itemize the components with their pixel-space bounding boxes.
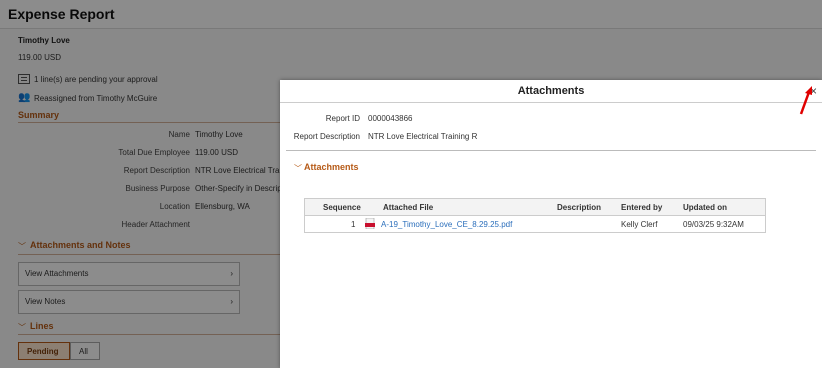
attachments-heading[interactable]: Attachments (304, 162, 359, 172)
pdf-file-icon (365, 217, 376, 230)
sequence-cell: 1 (351, 220, 356, 229)
attachments-table: Sequence Attached File Description Enter… (304, 198, 766, 233)
report-description-label: Report Description (293, 132, 360, 141)
chevron-down-icon[interactable]: ﹀ (294, 163, 302, 174)
modal-header: Attachments × (280, 80, 822, 103)
modal-divider (286, 150, 816, 151)
entered-by-cell: Kelly Clerf (621, 220, 658, 229)
column-header: Entered by (621, 203, 663, 212)
modal-title: Attachments (517, 85, 585, 97)
column-header: Sequence (323, 203, 361, 212)
table-row: 1 A-19_Timothy_Love_CE_8.29.25.pdf Kelly… (305, 216, 765, 232)
table-header: Sequence Attached File Description Enter… (305, 199, 765, 216)
updated-on-cell: 09/03/25 9:32AM (683, 220, 744, 229)
report-id-value: 0000043866 (368, 114, 413, 123)
red-arrow-icon (797, 86, 815, 121)
attachments-modal: Attachments × Report ID 0000043866 Repor… (280, 80, 822, 368)
attached-file-link[interactable]: A-19_Timothy_Love_CE_8.29.25.pdf (381, 220, 512, 229)
column-header: Updated on (683, 203, 727, 212)
report-id-label: Report ID (325, 114, 360, 123)
column-header: Attached File (383, 203, 434, 212)
column-header: Description (557, 203, 602, 212)
report-description-value: NTR Love Electrical Training R (368, 132, 478, 141)
